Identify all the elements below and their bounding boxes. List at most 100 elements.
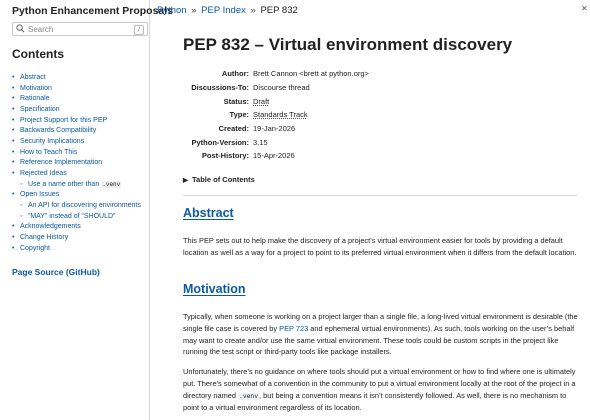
page-title: PEP 832 – Virtual environment discovery <box>183 35 513 54</box>
bullet-icon: • <box>12 234 15 242</box>
toc-item[interactable]: • Rationale <box>12 93 148 104</box>
meta-row-discussions: Discussions-To: Discourse thread <box>183 81 583 95</box>
meta-key: Discussions-To: <box>191 83 249 93</box>
toc-item-label: Copyright <box>20 244 50 252</box>
bullet-icon: • <box>12 244 15 252</box>
toc-item[interactable]: • Reference Implementation <box>12 158 148 169</box>
inline-code: .venv <box>238 392 260 400</box>
meta-python-version-value: 3.15 <box>253 137 268 147</box>
bullet-icon: • <box>12 159 15 167</box>
triangle-right-icon: ▶ <box>183 177 188 184</box>
toc-item[interactable]: • Acknowledgements <box>12 222 148 233</box>
meta-key: Type: <box>229 110 249 120</box>
toc-item[interactable]: • Specification <box>12 104 148 115</box>
search-input[interactable] <box>28 23 128 35</box>
abstract-paragraph: This PEP sets out to help make the disco… <box>183 236 577 257</box>
bullet-icon: • <box>12 137 15 145</box>
search-box[interactable]: / <box>12 22 148 36</box>
toc-item[interactable]: • Change History <box>12 232 148 243</box>
toc-item-label: Specification <box>20 105 60 113</box>
inline-code: .venv <box>101 180 122 188</box>
toc-item-label: Open Issues <box>20 191 60 199</box>
toc-item-label: Rationale <box>20 95 50 103</box>
breadcrumb-separator: » <box>250 5 256 16</box>
meta-row-post-history: Post-History: 15-Apr-2026 <box>183 149 583 163</box>
toc-item-label: Backwards Compatibility <box>20 127 97 135</box>
meta-type-value[interactable]: Standards Track <box>249 110 308 119</box>
breadcrumb-python[interactable]: Python <box>157 5 187 16</box>
toc-item-label: Reference Implementation <box>20 159 103 167</box>
bullet-icon: ◦ <box>20 202 23 210</box>
toc-item-label: How to Teach This <box>20 148 78 156</box>
abstract-heading[interactable]: Abstract <box>183 206 234 220</box>
bullet-icon: • <box>12 73 15 81</box>
toc-item-label: Acknowledgements <box>20 223 81 231</box>
toc-item[interactable]: • Open Issues <box>12 190 148 201</box>
bullet-icon: ◦ <box>20 180 23 188</box>
search-shortcut-hint: / <box>134 25 144 35</box>
toc-item-label: Use a name other than <box>28 180 100 188</box>
discourse-thread-link[interactable]: Discourse thread <box>249 83 310 92</box>
toc-item-label: Rejected Ideas <box>20 170 67 178</box>
toc-item[interactable]: ◦ “MAY” instead of “SHOULD” <box>12 211 148 222</box>
toc-item[interactable]: • Abstract <box>12 72 148 83</box>
motivation-paragraph-2: Unfortunately, there’s no guidance on wh… <box>183 366 581 414</box>
bullet-icon: • <box>12 191 15 199</box>
toc-toggle-label: Table of Contents <box>192 175 255 184</box>
contents-heading: Contents <box>12 47 64 61</box>
breadcrumb-separator: » <box>191 5 197 16</box>
bullet-icon: • <box>12 170 15 178</box>
meta-row-status: Status: Draft <box>183 94 583 108</box>
breadcrumb-current: PEP 832 <box>260 5 298 16</box>
search-icon <box>16 24 25 33</box>
toc-item[interactable]: ◦ Use a name other than .venv <box>12 179 148 190</box>
meta-status-value[interactable]: Draft <box>249 97 269 106</box>
motivation-heading[interactable]: Motivation <box>183 282 246 296</box>
toc-item-label: Change History <box>20 234 69 242</box>
toc-item[interactable]: • How to Teach This <box>12 147 148 158</box>
meta-row-created: Created: 19-Jan-2026 <box>183 122 583 136</box>
meta-row-type: Type: Standards Track <box>183 108 583 122</box>
meta-key: Created: <box>218 124 249 134</box>
breadcrumb: Python » PEP Index » PEP 832 <box>157 5 298 16</box>
toc-item-label: Abstract <box>20 73 46 81</box>
toc-item[interactable]: • Copyright <box>12 243 148 254</box>
meta-author-value: Brett Cannon <brett at python.org> <box>253 69 369 79</box>
toc-list: • Abstract • Motivation • Rationale • Specifica… <box>12 72 148 254</box>
toc-item[interactable]: • Security Implications <box>12 136 148 147</box>
toc-item-label: “MAY” instead of “SHOULD” <box>28 212 116 220</box>
pep-723-link[interactable]: PEP 723 <box>279 324 308 333</box>
meta-key: Author: <box>221 69 249 79</box>
bullet-icon: ◦ <box>20 212 23 220</box>
motivation-paragraph-1: Typically, when someone is working on a … <box>183 311 581 358</box>
meta-key: Status: <box>223 96 249 106</box>
meta-key: Python-Version: <box>191 137 249 147</box>
meta-row-author: Author: Brett Cannon <brett at python.or… <box>183 67 583 81</box>
toc-item[interactable]: • Rejected Ideas <box>12 168 148 179</box>
toc-item[interactable]: • Project Support for this PEP <box>12 115 148 126</box>
close-icon[interactable]: ✕ <box>581 4 588 13</box>
meta-key: Post-History: <box>201 151 249 161</box>
divider <box>183 195 578 196</box>
table-of-contents-toggle[interactable]: ▶ Table of Contents <box>183 175 255 184</box>
breadcrumb-pep-index[interactable]: PEP Index <box>201 5 246 16</box>
toc-item-label: Security Implications <box>20 137 85 145</box>
toc-item[interactable]: ◦ An API for discovering environments <box>12 200 148 211</box>
bullet-icon: • <box>12 84 15 92</box>
meta-created-value: 19-Jan-2026 <box>253 124 296 134</box>
post-history-link[interactable]: 15-Apr-2026 <box>249 151 295 160</box>
toc-item-label: Motivation <box>20 84 52 92</box>
toc-item[interactable]: • Motivation <box>12 83 148 94</box>
bullet-icon: • <box>12 116 15 124</box>
bullet-icon: • <box>12 223 15 231</box>
toc-item-label: An API for discovering environments <box>28 202 141 210</box>
site-title-link[interactable]: Python Enhancement Proposals <box>12 5 173 17</box>
bullet-icon: • <box>12 105 15 113</box>
sidebar: Python Enhancement Proposals / Contents … <box>0 0 173 420</box>
bullet-icon: • <box>12 95 15 103</box>
pep-metadata: Author: Brett Cannon <brett at python.or… <box>183 67 583 163</box>
page-source-link[interactable]: Page Source (GitHub) <box>12 267 100 277</box>
toc-item[interactable]: • Backwards Compatibility <box>12 125 148 136</box>
bullet-icon: • <box>12 148 15 156</box>
bullet-icon: • <box>12 127 15 135</box>
